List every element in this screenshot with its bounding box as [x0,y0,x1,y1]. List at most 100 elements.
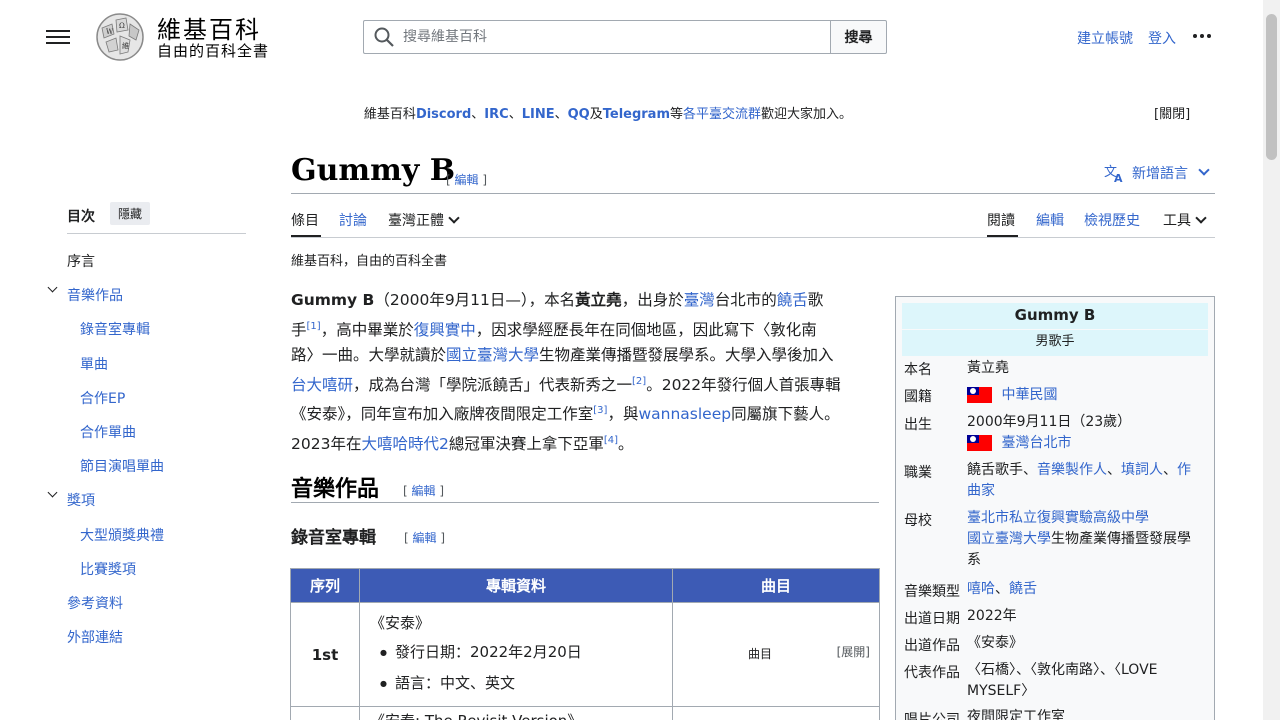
section-heading-music: 音樂作品 [291,476,380,502]
section-edit-link[interactable]: 編輯 [413,531,437,545]
main-menu-button[interactable] [46,26,70,46]
real-name: 黃立堯 [575,291,622,309]
search-button[interactable]: 搜尋 [830,20,887,54]
page-scrollbar[interactable] [1263,0,1280,720]
toc-item-ceremonies[interactable]: 大型頒獎典禮 [80,525,164,545]
born-place-link[interactable]: 臺灣台北市 [1001,435,1071,451]
chevron-down-icon [1195,212,1207,224]
toc-toggle-awards[interactable] [47,487,58,498]
lead-text: 台北市的 [714,291,777,309]
chevron-down-icon [448,212,460,224]
search-icon [374,27,394,47]
infobox-label-debut-work: 出道作品 [904,638,960,654]
search-field[interactable] [363,20,831,54]
toc-heading: 目次 [67,209,95,225]
rap-star-2-link[interactable]: 大嘻哈時代2 [361,435,448,453]
ntu-hiphop-link[interactable]: 台大嘻研 [291,376,353,394]
login-link[interactable]: 登入 [1148,28,1176,48]
toc-item-external-links[interactable]: 外部連結 [67,627,123,647]
tab-read[interactable]: 閱讀 [987,210,1015,230]
subject-name: Gummy B [291,291,375,309]
taiwan-link[interactable]: 臺灣 [684,291,715,309]
telegram-link[interactable]: Telegram [603,107,670,122]
add-languages-button[interactable]: 文 A 新增語言 [1104,163,1210,183]
toc-item-collab-singles[interactable]: 合作單曲 [80,422,136,442]
music-producer-link[interactable]: 音樂製作人 [1037,462,1107,478]
title-edit-section: [ 編輯 ] [446,173,488,187]
tab-variant-label: 臺灣正體 [388,213,444,229]
column-header-album-info: 專輯資料 [359,568,673,603]
add-languages-label: 新增語言 [1132,166,1188,182]
infobox-label-nationality: 國籍 [904,389,932,405]
scrollbar-thumb[interactable] [1266,14,1277,160]
tab-edit[interactable]: 編輯 [1036,210,1064,230]
infobox-debut-work: 《安泰》 [967,635,1023,651]
line-link[interactable]: LINE [522,107,555,122]
site-tagline: 自由的百科全書 [157,42,270,60]
toc-item-studio-albums[interactable]: 錄音室專輯 [80,319,150,339]
toc-toggle-music[interactable] [47,282,58,293]
toc-item-collab-ep[interactable]: 合作EP [80,388,125,408]
toc-item-references[interactable]: 參考資料 [67,593,123,613]
section-heading-studio-albums: 錄音室專輯 [291,528,376,548]
rap-genre-link[interactable]: 饒舌 [1009,581,1037,597]
search-input[interactable] [403,29,803,45]
toc-item-awards[interactable]: 獎項 [67,490,95,510]
svg-text:W: W [106,28,114,36]
lead-text: 。 [618,435,634,454]
lead-text: 2023年在 [291,435,362,454]
discord-link[interactable]: Discord [416,107,471,122]
nationality-link[interactable]: 中華民國 [1001,387,1057,403]
create-account-link[interactable]: 建立帳號 [1077,28,1133,48]
toc-item-singles[interactable]: 單曲 [80,354,108,374]
infobox-nationality: 中華民國 [967,385,1203,406]
notice-separator: 、 [554,107,568,122]
svg-text:Ω: Ω [119,22,125,30]
irc-link[interactable]: IRC [484,107,508,122]
lyricist-link[interactable]: 填詞人 [1121,462,1163,478]
hiphop-link[interactable]: 嘻哈 [967,581,995,597]
svg-text:A: A [1114,172,1123,183]
school-1-link[interactable]: 臺北市私立復興實驗高級中學 [967,510,1149,526]
lead-text: 《安泰》，同年宣布加入廠牌夜間限定工作室 [291,405,594,424]
section-edit-studio: [ 編輯 ] [404,531,446,545]
tracks-expand-link[interactable]: [展開] [837,643,870,660]
ntu-link[interactable]: 國立臺灣大學 [446,346,539,364]
notice-close-link[interactable]: [關閉] [1154,103,1190,122]
tab-article[interactable]: 條目 [291,210,319,230]
toc-hide-button[interactable]: 隱藏 [110,202,151,225]
toc-item-show-singles[interactable]: 節目演唱單曲 [80,456,164,476]
genre-separator: 、 [995,581,1009,597]
reference-1[interactable]: [1] [307,321,321,332]
more-options-icon[interactable] [1193,26,1215,46]
toc-item-intro[interactable]: 序言 [67,251,95,271]
wannasleep-link[interactable]: wannasleep [638,405,731,423]
tab-history[interactable]: 檢視歷史 [1084,210,1140,230]
toc-item-competitions[interactable]: 比賽獎項 [80,559,136,579]
tab-tools[interactable]: 工具 [1163,210,1207,230]
title-divider [291,193,1215,194]
infobox: Gummy B 男歌手 本名 黃立堯 國籍 中華民國 出生 2000年9月11日… [895,296,1215,720]
rap-link[interactable]: 饒舌 [777,291,808,309]
site-subtitle: 維基百科，自由的百科全書 [291,254,448,269]
tab-variant[interactable]: 臺灣正體 [388,210,460,230]
reference-3[interactable]: [3] [593,405,607,416]
title-edit-link[interactable]: 編輯 [455,173,479,187]
table-header-row: 序列 專輯資料 曲目 [290,568,880,603]
svg-text:維: 維 [122,41,129,50]
infobox-subtitle: 男歌手 [902,330,1208,356]
toc-item-music[interactable]: 音樂作品 [67,285,123,305]
school-2-link[interactable]: 國立臺灣大學 [967,531,1051,547]
groups-link[interactable]: 各平臺交流群 [683,107,761,122]
reference-4[interactable]: [4] [604,435,618,446]
qq-link[interactable]: QQ [568,107,590,122]
tab-talk[interactable]: 討論 [339,210,367,230]
tracks-label: 曲目 [748,647,773,661]
reference-2[interactable]: [2] [632,376,646,387]
fuhsing-link[interactable]: 復興實中 [414,321,476,339]
notice-text: 歡迎大家加入。 [761,107,853,122]
section-edit-link[interactable]: 編輯 [412,484,436,498]
infobox-notable-works: 〈石橋〉、〈敦化南路〉、〈LOVE MYSELF〉 [967,662,1158,699]
wikipedia-globe-logo[interactable]: W Ω 維 [92,10,148,62]
tracks-cell [672,706,880,720]
